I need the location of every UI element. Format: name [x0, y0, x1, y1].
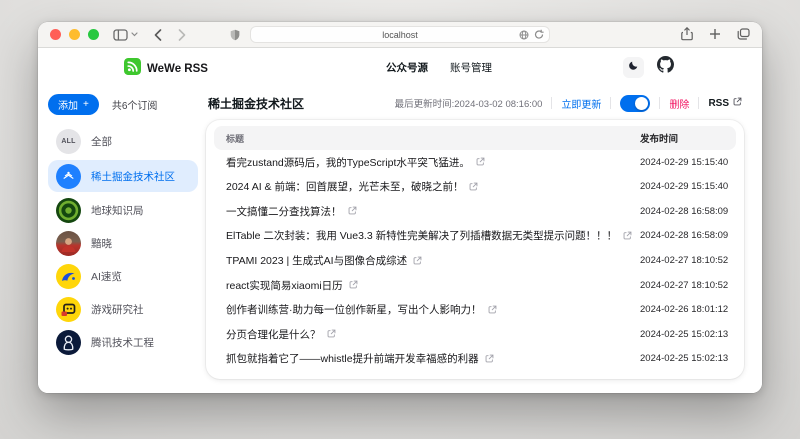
- articles-table: 标题 发布时间 看完zustand源码后，我的TypeScript水平突飞猛进。…: [206, 120, 744, 379]
- table-row: 一文搞懂二分查找算法！ 2024-02-28 16:58:09: [214, 199, 736, 224]
- external-link-icon: [413, 252, 422, 270]
- chevron-down-icon[interactable]: [131, 32, 138, 37]
- sidebar-item-all[interactable]: ALL 全部: [48, 127, 198, 156]
- avatar-game-icon: [56, 297, 81, 322]
- translate-icon[interactable]: [519, 30, 529, 40]
- github-icon: [657, 60, 674, 77]
- avatar-juejin-icon: [56, 164, 81, 189]
- minimize-window-button[interactable]: [69, 29, 80, 40]
- article-time: 2024-02-28 16:58:09: [640, 230, 736, 241]
- subscriptions-sidebar: 添加 + 共6个订阅 ALL 全部 稀土掘金技术社区: [48, 92, 198, 379]
- avatar-all: ALL: [56, 129, 81, 154]
- table-row: ElTable 二次封装：我用 Vue3.3 新特性完美解决了列插槽数据无类型提…: [214, 224, 736, 249]
- article-time: 2024-02-25 15:02:13: [640, 353, 736, 364]
- delete-feed-link[interactable]: 删除: [669, 96, 689, 111]
- reload-icon[interactable]: [534, 29, 544, 40]
- back-button[interactable]: [154, 29, 162, 41]
- subscription-count: 共6个订阅: [112, 97, 158, 112]
- external-link-icon: [469, 178, 478, 196]
- article-link[interactable]: TPAMI 2023 | 生成式AI与图像合成综述: [214, 252, 640, 270]
- rss-logo-icon: [124, 58, 141, 80]
- rss-link[interactable]: RSS: [708, 97, 742, 109]
- article-time: 2024-02-29 15:15:40: [640, 181, 736, 192]
- table-row: 看完zustand源码后，我的TypeScript水平突飞猛进。 2024-02…: [214, 150, 736, 175]
- wewe-rss-app: WeWe RSS 公众号源 账号管理: [38, 48, 762, 393]
- table-row: 2024 AI & 前端：回首展望，光芒未至，破晓之前！ 2024-02-29 …: [214, 175, 736, 200]
- github-link[interactable]: [657, 56, 674, 78]
- article-link[interactable]: 创作者训练营·助力每一位创作新星，写出个人影响力！: [214, 301, 640, 319]
- nav-item-feeds[interactable]: 公众号源: [386, 60, 428, 75]
- last-update-time: 最后更新时间:2024-03-02 08:16:00: [395, 96, 543, 110]
- article-link[interactable]: 抓包就指着它了——whistle提升前端开发幸福感的利器: [214, 350, 640, 368]
- tab-overview-icon[interactable]: [737, 28, 750, 40]
- table-header-row: 标题 发布时间: [214, 126, 736, 150]
- table-row: TPAMI 2023 | 生成式AI与图像合成综述 2024-02-27 18:…: [214, 248, 736, 273]
- app-header: WeWe RSS 公众号源 账号管理: [38, 48, 762, 85]
- plus-icon: +: [83, 99, 89, 110]
- traffic-lights: [50, 29, 99, 40]
- article-time: 2024-02-28 16:58:09: [640, 206, 736, 217]
- refresh-now-link[interactable]: 立即更新: [561, 96, 601, 111]
- sidebar-toggle-icon[interactable]: [113, 29, 128, 41]
- app-logo: WeWe RSS: [124, 58, 208, 80]
- address-bar[interactable]: localhost: [250, 26, 550, 43]
- external-link-icon: [485, 350, 494, 368]
- article-link[interactable]: ElTable 二次封装：我用 Vue3.3 新特性完美解决了列插槽数据无类型提…: [214, 227, 640, 245]
- article-link[interactable]: 一文搞懂二分查找算法！: [214, 202, 640, 220]
- article-link[interactable]: react实现简易xiaomi日历: [214, 276, 640, 294]
- privacy-shield-icon[interactable]: [230, 29, 240, 41]
- article-link[interactable]: 分页合理化是什么？: [214, 325, 640, 343]
- avatar-photo: [56, 231, 81, 256]
- external-link-icon: [349, 276, 358, 294]
- app-name: WeWe RSS: [147, 63, 208, 75]
- article-time: 2024-02-25 15:02:13: [640, 329, 736, 340]
- browser-toolbar: localhost: [38, 22, 762, 48]
- external-link-icon: [476, 153, 485, 171]
- article-time: 2024-02-29 15:15:40: [640, 157, 736, 168]
- table-row: 分页合理化是什么？ 2024-02-25 15:02:13: [214, 322, 736, 347]
- nav-item-accounts[interactable]: 账号管理: [450, 60, 492, 75]
- close-window-button[interactable]: [50, 29, 61, 40]
- article-link[interactable]: 2024 AI & 前端：回首展望，光芒未至，破晓之前！: [214, 178, 640, 196]
- forward-button[interactable]: [178, 29, 186, 41]
- add-feed-button[interactable]: 添加 +: [48, 94, 99, 115]
- main-nav: 公众号源 账号管理: [386, 60, 492, 75]
- feed-enabled-toggle[interactable]: [620, 95, 650, 112]
- external-link-icon: [327, 325, 336, 343]
- avatar-tencent-icon: [56, 330, 81, 355]
- sidebar-item-juejin[interactable]: 稀土掘金技术社区: [48, 160, 198, 192]
- sidebar-item-earth[interactable]: 地球知识局: [48, 196, 198, 225]
- column-header-title: 标题: [214, 132, 640, 145]
- sidebar-item-tencent[interactable]: 腾讯技术工程: [48, 328, 198, 357]
- article-time: 2024-02-26 18:01:12: [640, 304, 736, 315]
- zoom-window-button[interactable]: [88, 29, 99, 40]
- sidebar-item-anxiao[interactable]: 黯晓: [48, 229, 198, 258]
- new-tab-icon[interactable]: [709, 28, 721, 40]
- moon-icon: [628, 58, 639, 76]
- dark-mode-toggle[interactable]: [623, 57, 644, 78]
- feed-panel: 稀土掘金技术社区 最后更新时间:2024-03-02 08:16:00 立即更新…: [206, 92, 744, 379]
- column-header-time: 发布时间: [640, 131, 736, 145]
- article-time: 2024-02-27 18:10:52: [640, 255, 736, 266]
- address-bar-url: localhost: [382, 30, 418, 40]
- table-row: 创作者训练营·助力每一位创作新星，写出个人影响力！ 2024-02-26 18:…: [214, 297, 736, 322]
- sidebar-item-ai[interactable]: AI速览: [48, 262, 198, 291]
- table-row: react实现简易xiaomi日历 2024-02-27 18:10:52: [214, 273, 736, 298]
- browser-window: localhost: [38, 22, 762, 393]
- feed-title: 稀土掘金技术社区: [208, 95, 304, 112]
- article-link[interactable]: 看完zustand源码后，我的TypeScript水平突飞猛进。: [214, 153, 640, 171]
- avatar-earth-icon: [56, 198, 81, 223]
- external-link-icon: [733, 97, 742, 109]
- share-icon[interactable]: [681, 27, 693, 41]
- external-link-icon: [488, 301, 497, 319]
- article-time: 2024-02-27 18:10:52: [640, 280, 736, 291]
- external-link-icon: [623, 227, 632, 245]
- external-link-icon: [348, 202, 357, 220]
- avatar-ai-icon: [56, 264, 81, 289]
- sidebar-item-game[interactable]: 游戏研究社: [48, 295, 198, 324]
- table-row: 抓包就指着它了——whistle提升前端开发幸福感的利器 2024-02-25 …: [214, 347, 736, 372]
